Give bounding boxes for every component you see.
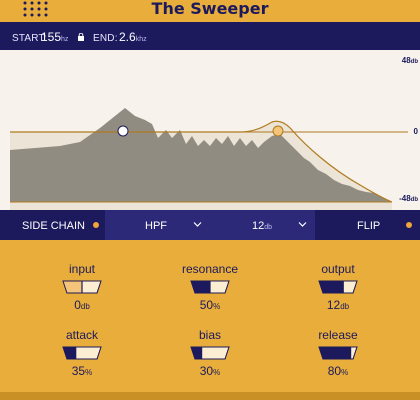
flip-indicator [406, 222, 412, 228]
range-bar: START: 155hz END: 2.6khz [0, 22, 420, 50]
spectrum-svg [10, 108, 408, 210]
knob-output[interactable]: output 12db [283, 262, 393, 322]
level-bar[interactable] [61, 346, 103, 360]
knob-attack[interactable]: attack 35% [27, 328, 137, 388]
knob-label: output [321, 262, 355, 276]
knob-value: 80% [327, 364, 349, 378]
plugin-title: The Sweeper [151, 0, 269, 18]
lock-icon[interactable] [78, 33, 84, 41]
level-bar-fill [63, 281, 82, 293]
knob-value: 50% [199, 298, 221, 312]
knob-label: input [68, 262, 96, 276]
knob-release[interactable]: release 80% [283, 328, 393, 388]
zero-db-label: 0 [413, 127, 418, 136]
slope-select[interactable]: 12db [210, 210, 315, 240]
level-bar[interactable] [189, 346, 231, 360]
level-bar-fill [191, 281, 210, 293]
end-label: END: [93, 33, 118, 44]
sidechain-indicator [93, 222, 99, 228]
flip-label: FLIP [357, 220, 381, 232]
knob-label: resonance [181, 262, 239, 276]
knob-value: 0db [74, 298, 90, 312]
knob-value: 30% [199, 364, 221, 378]
level-bar[interactable] [317, 346, 359, 360]
sidechain-toggle[interactable]: SIDE CHAIN [0, 210, 105, 240]
sidechain-label: SIDE CHAIN [22, 220, 85, 232]
chevron-down-icon [193, 222, 202, 227]
knob-bias[interactable]: bias 30% [155, 328, 265, 388]
filter-type-value: HPF [145, 220, 167, 232]
control-strip: SIDE CHAIN HPF 12db FLIP [0, 210, 420, 240]
level-bar-fill [319, 347, 351, 359]
level-bar[interactable] [189, 280, 231, 294]
bottom-db-label: -48db [399, 194, 418, 203]
end-value[interactable]: 2.6khz [119, 30, 147, 44]
knob-resonance[interactable]: resonance 50% [155, 262, 265, 322]
spectrum-area [10, 108, 392, 202]
slope-value: 12db [252, 220, 273, 232]
footer-bar [0, 392, 420, 400]
knob-label: release [318, 328, 358, 342]
knob-label: bias [198, 328, 221, 342]
start-handle[interactable] [117, 125, 129, 137]
level-bar-fill [191, 347, 202, 359]
level-bar[interactable] [317, 280, 359, 294]
filter-type-select[interactable]: HPF [105, 210, 210, 240]
flip-toggle[interactable]: FLIP [315, 210, 420, 240]
knob-input[interactable]: input 0db [27, 262, 137, 322]
knob-value: 35% [71, 364, 93, 378]
top-db-label: 48db [401, 56, 418, 65]
header-bar: The Sweeper [0, 0, 420, 22]
chevron-down-icon [298, 222, 307, 227]
knob-label: attack [65, 328, 98, 342]
start-value[interactable]: 155hz [41, 30, 68, 44]
spectrum-display[interactable]: 48db 0 -48db [0, 50, 420, 210]
level-bar[interactable] [61, 280, 103, 294]
knob-value: 12db [326, 298, 350, 312]
end-handle[interactable] [272, 125, 284, 137]
